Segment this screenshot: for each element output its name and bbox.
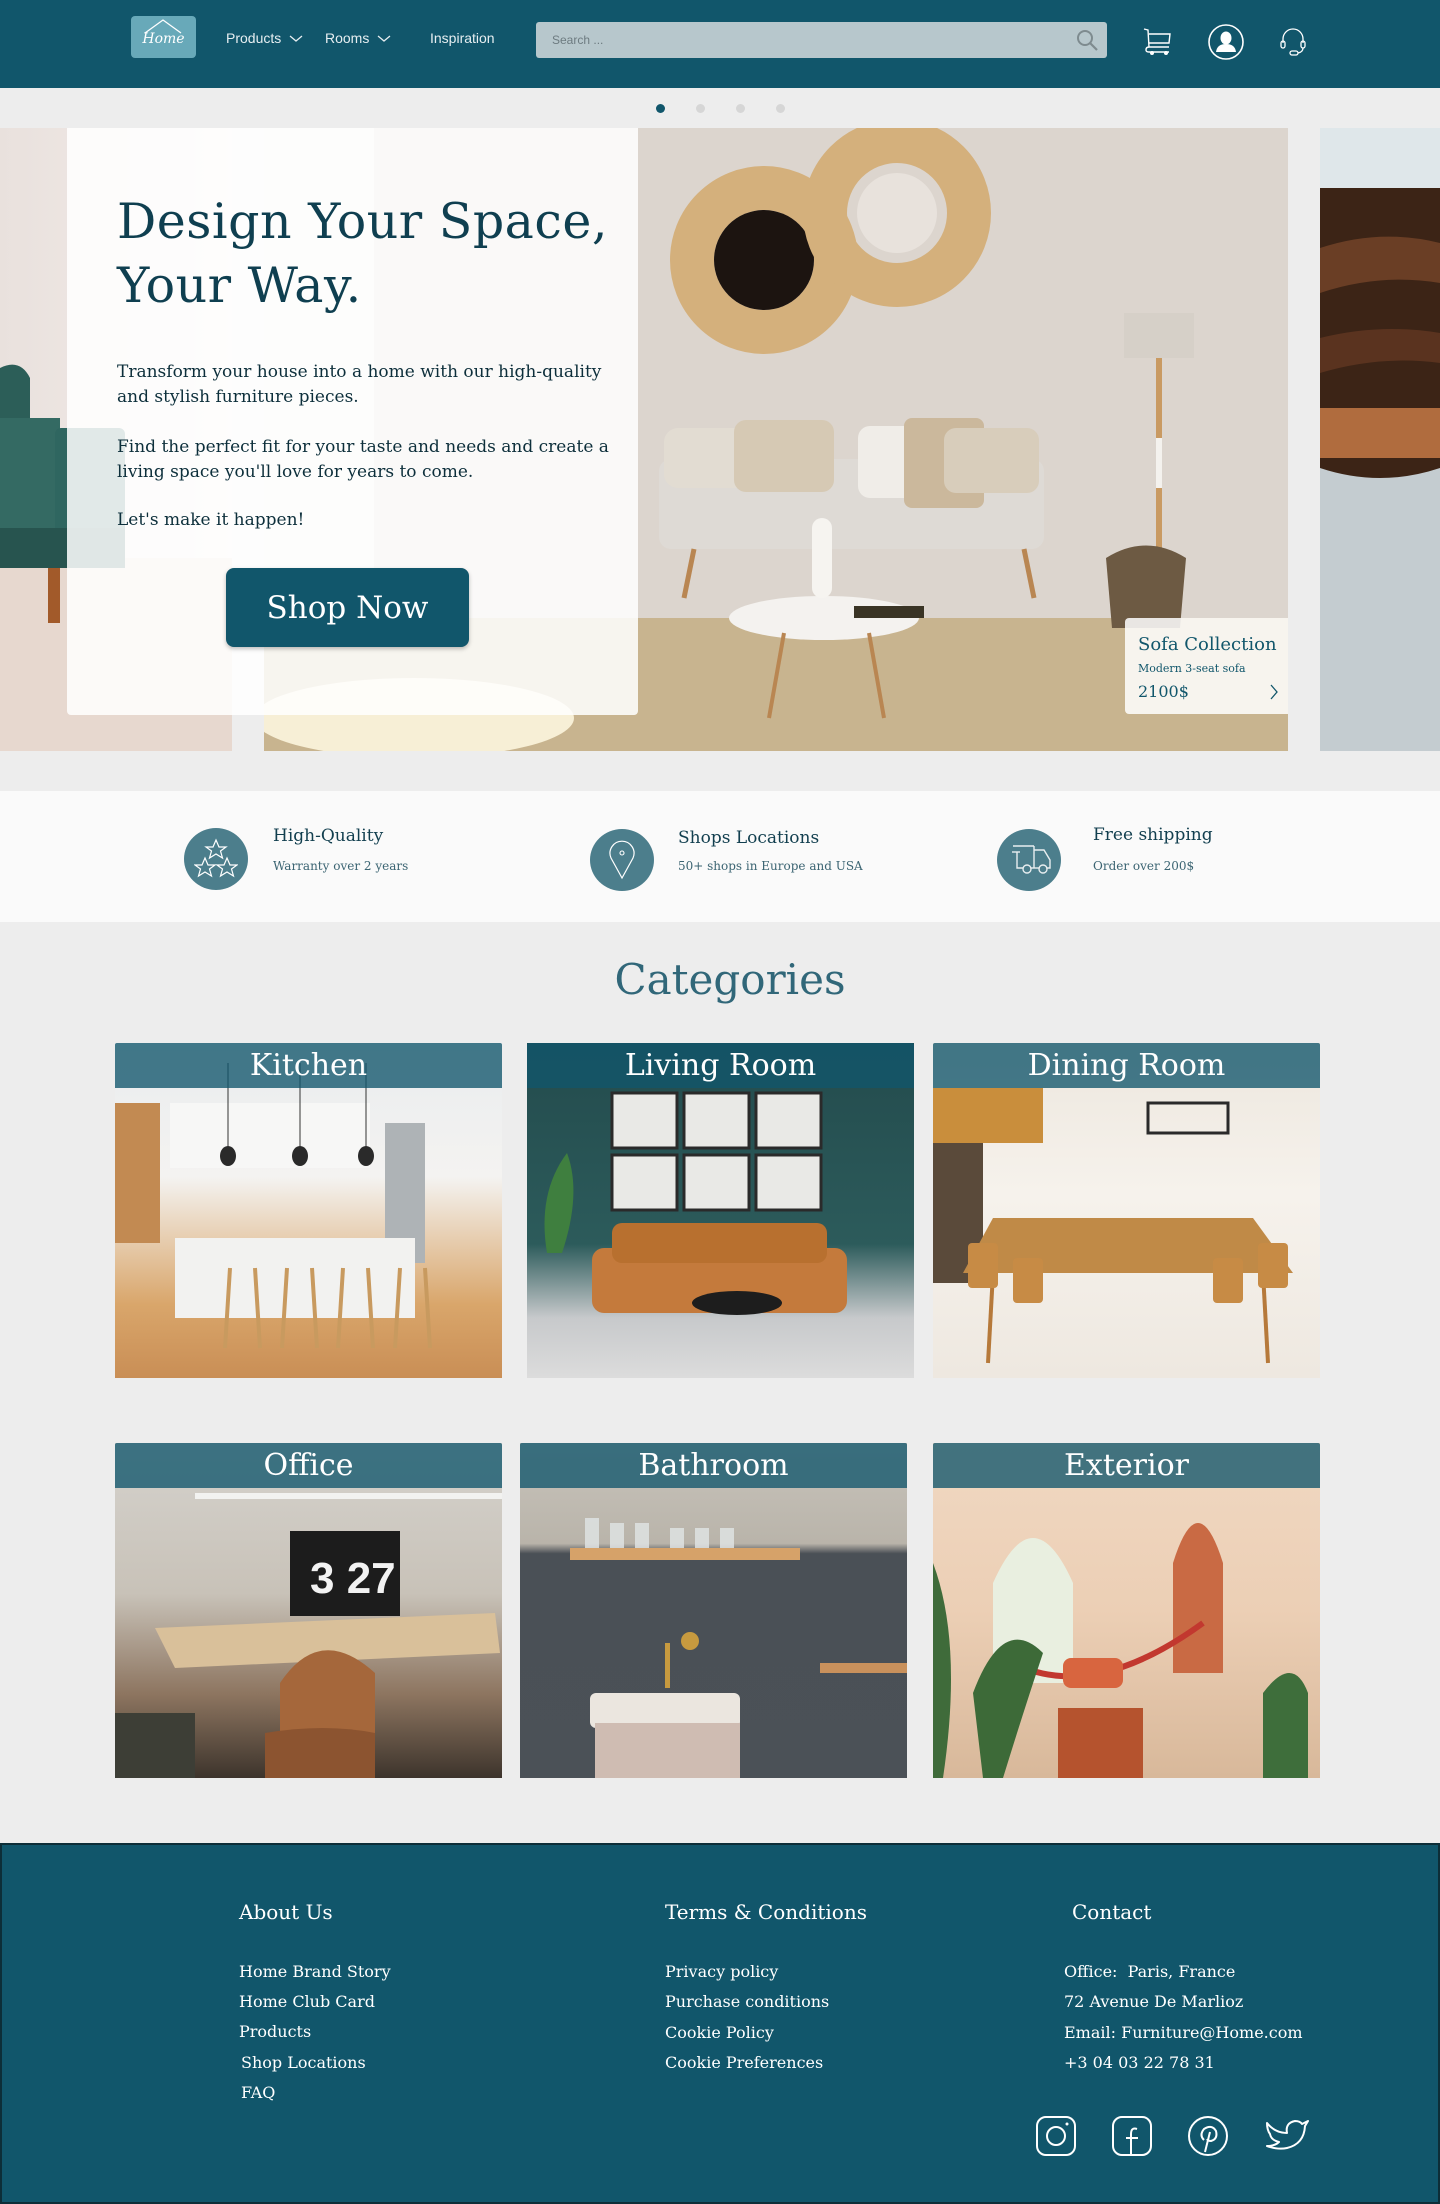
search-bar [536, 22, 1107, 58]
shop-now-button[interactable]: Shop Now [226, 568, 469, 647]
category-label: Bathroom [520, 1443, 907, 1488]
category-card-dining-room[interactable]: Dining Room [933, 1043, 1320, 1378]
footer-link[interactable]: Privacy policy [665, 1962, 778, 1981]
dining-room-image [933, 1088, 1293, 1364]
footer-contact-heading: Contact [1072, 1900, 1152, 1924]
contact-phone[interactable]: +3 04 03 22 78 31 [1064, 2053, 1215, 2072]
category-card-office[interactable]: 3 27 Office [115, 1443, 502, 1778]
support-headset-icon[interactable] [1271, 20, 1315, 64]
feature-subtitle: Order over 200$ [1093, 859, 1195, 873]
product-subtitle: Modern 3-seat sofa [1138, 662, 1246, 675]
footer-link[interactable]: FAQ [241, 2083, 275, 2102]
bathroom-image [570, 1518, 907, 1778]
category-card-bathroom[interactable]: Bathroom [520, 1443, 907, 1778]
nav-rooms[interactable]: Rooms [325, 30, 391, 46]
office-image: 3 27 [115, 1493, 502, 1778]
search-input[interactable] [536, 22, 1056, 58]
nav-rooms-label: Rooms [325, 30, 370, 46]
product-price: 2100$ [1138, 682, 1189, 701]
feature-title: Free shipping [1093, 825, 1213, 845]
category-card-living-room[interactable]: Living Room [527, 1043, 914, 1378]
footer-link[interactable]: Shop Locations [241, 2053, 366, 2072]
chevron-right-icon[interactable] [1270, 684, 1278, 704]
feature-title: High-Quality [273, 826, 384, 846]
search-icon[interactable] [1075, 28, 1099, 56]
footer-about-heading: About Us [239, 1900, 333, 1924]
category-card-exterior[interactable]: Exterior [933, 1443, 1320, 1778]
hero-title: Design Your Space, Your Way. [117, 193, 608, 314]
product-card[interactable]: Sofa Collection Modern 3-seat sofa 2100$ [1125, 618, 1288, 714]
category-card-kitchen[interactable]: Kitchen [115, 1043, 502, 1378]
cart-icon[interactable] [1136, 20, 1180, 64]
chevron-down-icon [289, 35, 303, 42]
chevron-down-icon [377, 35, 391, 42]
contact-address: 72 Avenue De Marlioz [1064, 1992, 1244, 2011]
leather-chair-image [1320, 128, 1440, 751]
hero-paragraph-1: Transform your house into a home with ou… [117, 362, 602, 407]
hero-paragraph-3: Let's make it happen! [117, 510, 305, 530]
category-label: Exterior [933, 1443, 1320, 1488]
footer-link[interactable]: Home Brand Story [239, 1962, 391, 1981]
living-room-image [544, 1091, 847, 1315]
delivery-truck-icon [997, 829, 1061, 891]
hero-paragraph-2: Find the perfect fit for your taste and … [117, 437, 609, 482]
footer-link[interactable]: Cookie Preferences [665, 2053, 823, 2072]
categories-title: Categories [614, 955, 846, 1004]
nav-products[interactable]: Products [226, 30, 303, 46]
nav-inspiration-label: Inspiration [430, 30, 495, 46]
feature-subtitle: 50+ shops in Europe and USA [678, 859, 863, 873]
contact-office: Office: Paris, France [1064, 1962, 1236, 1981]
footer-link[interactable]: Products [239, 2022, 311, 2041]
feature-subtitle: Warranty over 2 years [273, 859, 409, 873]
top-navbar: Home Products Rooms Inspiration [0, 0, 1440, 88]
nav-products-label: Products [226, 30, 282, 46]
category-label: Dining Room [933, 1043, 1320, 1088]
stars-icon [184, 828, 248, 890]
contact-email[interactable]: Email: Furniture@Home.com [1064, 2023, 1303, 2042]
footer-link[interactable]: Cookie Policy [665, 2023, 774, 2042]
twitter-icon[interactable] [1263, 2115, 1309, 2159]
nav-inspiration[interactable]: Inspiration [430, 30, 495, 46]
category-label: Office [115, 1443, 502, 1488]
footer-link[interactable]: Home Club Card [239, 1992, 375, 2011]
footer-link[interactable]: Purchase conditions [665, 1992, 829, 2011]
carousel-dot-2[interactable] [696, 104, 705, 113]
svg-text:3 27: 3 27 [310, 1554, 396, 1603]
instagram-icon[interactable] [1035, 2115, 1079, 2159]
category-label: Kitchen [115, 1043, 502, 1088]
location-pin-icon [590, 829, 654, 891]
footer-terms-heading: Terms & Conditions [665, 1900, 867, 1924]
user-account-icon[interactable] [1204, 20, 1248, 64]
logo[interactable]: Home [131, 16, 196, 58]
logo-text: Home [142, 31, 185, 47]
exterior-image [933, 1523, 1308, 1778]
carousel-dot-4[interactable] [776, 104, 785, 113]
feature-title: Shops Locations [678, 828, 820, 848]
kitchen-image [115, 1063, 432, 1349]
pinterest-icon[interactable] [1187, 2115, 1231, 2159]
carousel-dot-1[interactable] [656, 104, 665, 113]
category-label: Living Room [527, 1043, 914, 1088]
facebook-icon[interactable] [1111, 2115, 1155, 2159]
product-title: Sofa Collection [1138, 634, 1277, 655]
carousel-dot-3[interactable] [736, 104, 745, 113]
carousel-slide-next[interactable] [1320, 128, 1440, 751]
